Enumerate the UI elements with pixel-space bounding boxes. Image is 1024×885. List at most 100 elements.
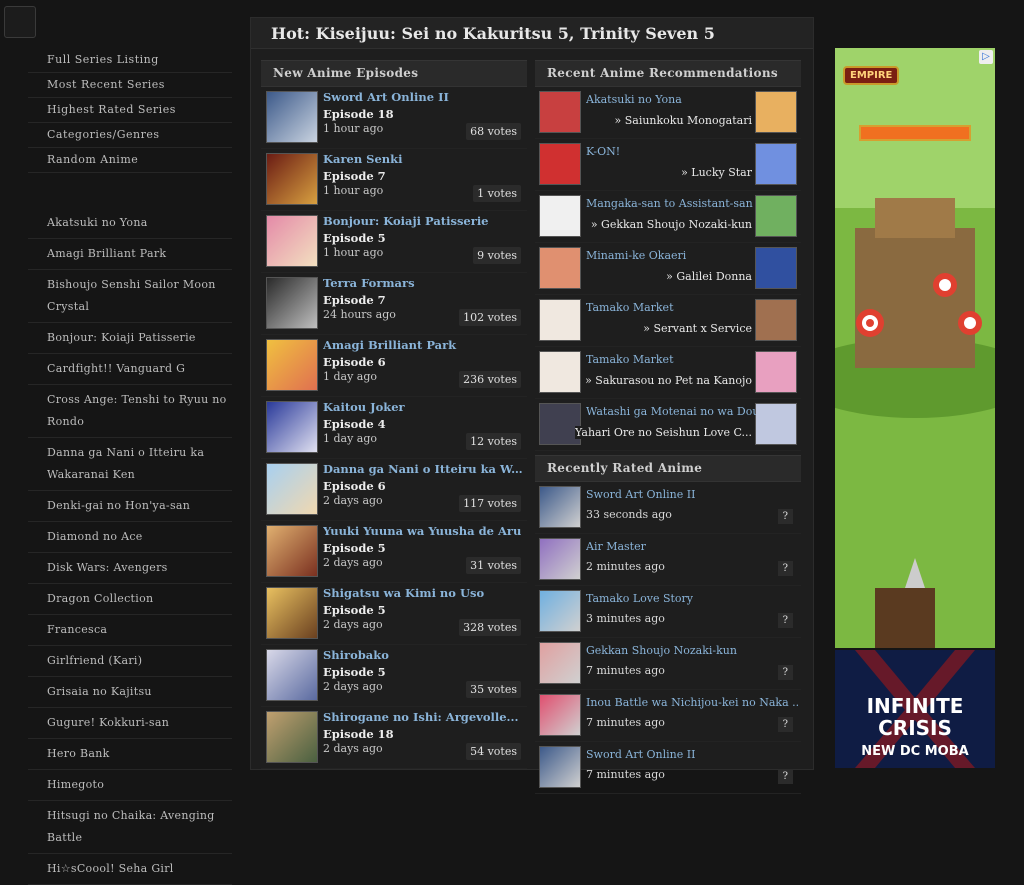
episode-row[interactable]: Shigatsu wa Kimi no Uso Episode 52 days a… <box>261 583 527 645</box>
sidebar-series-link[interactable]: Girlfriend (Kari) <box>28 646 232 677</box>
episode-series-title[interactable]: Amagi Brilliant Park <box>323 338 523 352</box>
sidebar-series-link[interactable]: Disk Wars: Avengers <box>28 553 232 584</box>
episode-row[interactable]: Karen Senki Episode 71 hour ago 1 votes <box>261 149 527 211</box>
sidebar-series-link[interactable]: Himegoto <box>28 770 232 801</box>
recommendation-to-thumbnail[interactable] <box>755 299 797 341</box>
episode-number[interactable]: Episode 5 <box>323 603 386 617</box>
recommendation-to[interactable]: » Saiunkoku Monogatari <box>614 114 752 127</box>
recommendation-to[interactable]: » Sakurasou no Pet na Kanojo <box>585 374 752 387</box>
episode-row[interactable]: Shirobako Episode 52 days ago 35 votes <box>261 645 527 707</box>
episode-thumbnail[interactable] <box>266 401 318 453</box>
rated-thumbnail[interactable] <box>539 694 581 736</box>
rated-thumbnail[interactable] <box>539 486 581 528</box>
sidebar-series-link[interactable]: Amagi Brilliant Park <box>28 239 232 270</box>
sidebar-series-link[interactable]: Cardfight!! Vanguard G <box>28 354 232 385</box>
sidebar-series-link[interactable]: Francesca <box>28 615 232 646</box>
ad-info-icon[interactable]: ▷ <box>979 50 993 64</box>
episode-row[interactable]: Danna ga Nani o Itteiru ka W... Episode 6… <box>261 459 527 521</box>
recommendation-from-thumbnail[interactable] <box>539 91 581 133</box>
recommendation-from[interactable]: Minami-ke Okaeri <box>586 249 756 262</box>
sidebar-series-link[interactable]: Dragon Collection <box>28 584 232 615</box>
rated-series-title[interactable]: Sword Art Online II <box>586 488 798 501</box>
rated-series-title[interactable]: Sword Art Online II <box>586 748 798 761</box>
episode-series-title[interactable]: Kaitou Joker <box>323 400 523 414</box>
episode-thumbnail[interactable] <box>266 711 318 763</box>
episode-series-title[interactable]: Terra Formars <box>323 276 523 290</box>
recommendation-to[interactable]: » Lucky Star <box>681 166 752 179</box>
episode-number[interactable]: Episode 5 <box>323 231 386 245</box>
rated-thumbnail[interactable] <box>539 746 581 788</box>
recommendation-to-thumbnail[interactable] <box>755 143 797 185</box>
episode-number[interactable]: Episode 5 <box>323 541 386 555</box>
episode-series-title[interactable]: Sword Art Online II <box>323 90 523 104</box>
sidebar-link[interactable]: Full Series Listing <box>28 48 232 73</box>
recommendation-from[interactable]: Tamako Market <box>586 301 756 314</box>
episode-series-title[interactable]: Shirogane no Ishi: Argevolle... <box>323 710 523 724</box>
recommendation-to-thumbnail[interactable] <box>755 91 797 133</box>
recommendation-from-thumbnail[interactable] <box>539 351 581 393</box>
episode-series-title[interactable]: Yuuki Yuuna wa Yuusha de Aru <box>323 524 523 538</box>
sidebar-series-link[interactable]: Hitsugi no Chaika: Avenging Battle <box>28 801 232 854</box>
hot-text[interactable]: Hot: Kiseijuu: Sei no Kakuritsu 5, Trini… <box>271 24 715 43</box>
episode-number[interactable]: Episode 7 <box>323 293 386 307</box>
sidebar-series-link[interactable]: Bonjour: Koiaji Patisserie <box>28 323 232 354</box>
sidebar-series-link[interactable]: Bishoujo Senshi Sailor Moon Crystal <box>28 270 232 323</box>
episode-row[interactable]: Bonjour: Koiaji Patisserie Episode 51 hou… <box>261 211 527 273</box>
episode-thumbnail[interactable] <box>266 525 318 577</box>
episode-thumbnail[interactable] <box>266 277 318 329</box>
episode-row[interactable]: Terra Formars Episode 7 24 hours ago 102 vo… <box>261 273 527 335</box>
episode-series-title[interactable]: Shigatsu wa Kimi no Uso <box>323 586 523 600</box>
sidebar-series-link[interactable]: Diamond no Ace <box>28 522 232 553</box>
episode-thumbnail[interactable] <box>266 215 318 267</box>
recommendation-from-thumbnail[interactable] <box>539 247 581 289</box>
episode-number[interactable]: Episode 18 <box>323 107 394 121</box>
sidebar-series-link[interactable]: Cross Ange: Tenshi to Ryuu no Rondo <box>28 385 232 438</box>
sidebar-link[interactable]: Highest Rated Series <box>28 98 232 123</box>
sidebar-series-link[interactable]: Hi☆sCoool! Seha Girl <box>28 854 232 885</box>
episode-number[interactable]: Episode 4 <box>323 417 386 431</box>
episode-series-title[interactable]: Danna ga Nani o Itteiru ka W... <box>323 462 523 476</box>
recommendation-from[interactable]: K-ON! <box>586 145 756 158</box>
recommendation-to[interactable]: » Galilei Donna <box>666 270 752 283</box>
sidebar-link[interactable]: Random Anime <box>28 148 232 173</box>
episode-row[interactable]: Shirogane no Ishi: Argevolle... Episode 1… <box>261 707 527 769</box>
episode-thumbnail[interactable] <box>266 649 318 701</box>
rated-thumbnail[interactable] <box>539 538 581 580</box>
episode-row[interactable]: Amagi Brilliant Park Episode 61 day ago 23… <box>261 335 527 397</box>
episode-series-title[interactable]: Karen Senki <box>323 152 523 166</box>
episode-series-title[interactable]: Bonjour: Koiaji Patisserie <box>323 214 523 228</box>
rated-thumbnail[interactable] <box>539 642 581 684</box>
recommendation-from[interactable]: Mangaka-san to Assistant-san <box>586 197 756 210</box>
recommendation-from-thumbnail[interactable] <box>539 299 581 341</box>
episode-number[interactable]: Episode 5 <box>323 665 386 679</box>
game-ad-banner[interactable]: ▷ EMPIRE <box>835 48 995 648</box>
sidebar-link[interactable]: Categories/Genres <box>28 123 232 148</box>
episode-thumbnail[interactable] <box>266 91 318 143</box>
rated-series-title[interactable]: Air Master <box>586 540 798 553</box>
recommendation-to[interactable]: Yahari Ore no Seishun Love C... <box>575 426 752 439</box>
recommendation-from-thumbnail[interactable] <box>539 195 581 237</box>
rated-series-title[interactable]: Gekkan Shoujo Nozaki-kun <box>586 644 798 657</box>
episode-thumbnail[interactable] <box>266 339 318 391</box>
recommendation-from[interactable]: Watashi ga Motenai no wa Dou <box>586 405 756 418</box>
episode-number[interactable]: Episode 7 <box>323 169 386 183</box>
sidebar-series-link[interactable]: Hero Bank <box>28 739 232 770</box>
sidebar-series-link[interactable]: Akatsuki no Yona <box>28 208 232 239</box>
sidebar-link[interactable]: Most Recent Series <box>28 73 232 98</box>
episode-thumbnail[interactable] <box>266 587 318 639</box>
sidebar-series-link[interactable]: Danna ga Nani o Itteiru ka Wakaranai Ken <box>28 438 232 491</box>
episode-thumbnail[interactable] <box>266 463 318 515</box>
recommendation-to-thumbnail[interactable] <box>755 403 797 445</box>
recommendation-to[interactable]: » Gekkan Shoujo Nozaki-kun <box>590 218 752 231</box>
rated-series-title[interactable]: Inou Battle wa Nichijou-kei no Naka ... <box>586 696 798 709</box>
episode-number[interactable]: Episode 6 <box>323 479 386 493</box>
rated-thumbnail[interactable] <box>539 590 581 632</box>
sidebar-series-link[interactable]: Grisaia no Kajitsu <box>28 677 232 708</box>
episode-number[interactable]: Episode 6 <box>323 355 386 369</box>
episode-series-title[interactable]: Shirobako <box>323 648 523 662</box>
sidebar-series-link[interactable]: Gugure! Kokkuri-san <box>28 708 232 739</box>
moba-ad-banner[interactable]: INFINITE CRISIS NEW DC MOBA <box>835 650 995 768</box>
episode-thumbnail[interactable] <box>266 153 318 205</box>
recommendation-from[interactable]: Tamako Market <box>586 353 756 366</box>
recommendation-to-thumbnail[interactable] <box>755 195 797 237</box>
